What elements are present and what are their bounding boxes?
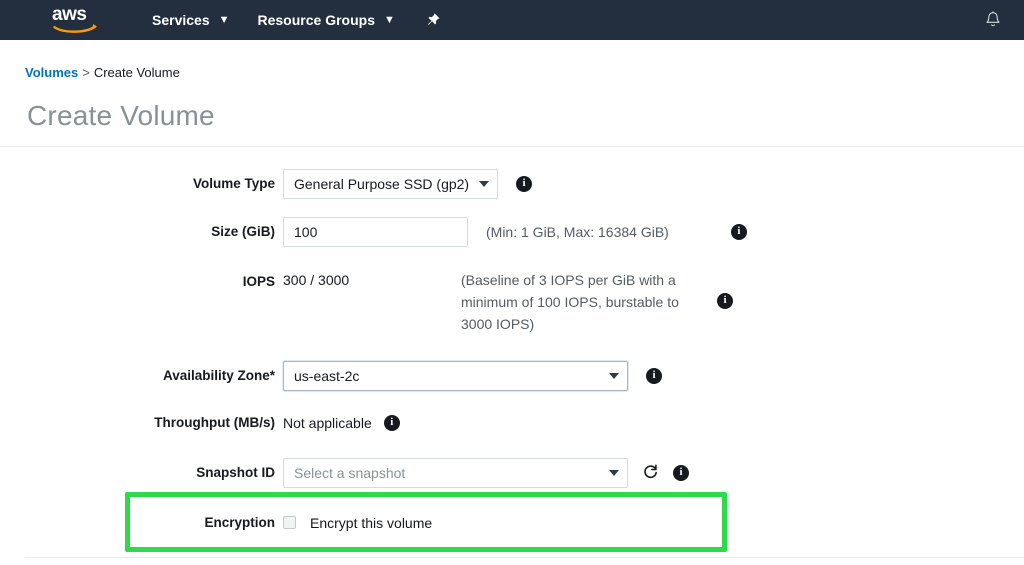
availability-zone-label: Availability Zone*	[162, 367, 275, 383]
volume-type-label: Volume Type	[192, 175, 275, 191]
pin-icon[interactable]	[425, 12, 441, 28]
snapshot-id-select[interactable]: Select a snapshot	[283, 457, 628, 488]
info-icon[interactable]: i	[673, 464, 689, 481]
chevron-down-icon: ▼	[218, 13, 230, 26]
form-row-size: Size (GiB) (Min: 1 GiB, Max: 16384 GiB) …	[0, 216, 1024, 247]
notifications-bell-icon[interactable]	[984, 11, 1002, 30]
form-row-throughput: Throughput (MB/s) Not applicable i	[0, 408, 1024, 438]
form-row-snapshot-id: Snapshot ID Select a snapshot i	[0, 457, 1024, 488]
aws-logo-swoosh	[53, 24, 97, 33]
nav-resource-groups-label: Resource Groups	[257, 12, 375, 28]
snapshot-id-placeholder: Select a snapshot	[294, 464, 406, 481]
form-row-availability-zone: Availability Zone* us-east-2c i	[0, 360, 1024, 391]
encryption-label: Encryption	[204, 514, 275, 530]
breadcrumb-link-volumes[interactable]: Volumes	[25, 65, 78, 80]
nav-item-services[interactable]: Services ▼	[152, 0, 230, 40]
breadcrumb-current: Create Volume	[93, 65, 180, 80]
size-hint: (Min: 1 GiB, Max: 16384 GiB)	[486, 223, 669, 240]
refresh-icon	[644, 464, 657, 479]
throughput-value: Not applicable	[283, 414, 372, 431]
chevron-down-icon	[609, 372, 619, 379]
info-icon[interactable]: i	[730, 223, 747, 240]
page-title: Create Volume	[27, 100, 215, 131]
availability-zone-select[interactable]: us-east-2c	[283, 360, 628, 391]
breadcrumb-separator: >	[82, 65, 90, 80]
create-volume-form: Volume Type General Purpose SSD (gp2) i …	[0, 147, 1024, 552]
volume-type-selected-value: General Purpose SSD (gp2)	[294, 175, 470, 192]
top-navigation-bar: aws Services ▼ Resource Groups ▼	[0, 0, 1024, 40]
volume-type-field: General Purpose SSD (gp2) i	[283, 168, 532, 199]
iops-value: 300 / 3000	[283, 271, 350, 288]
nav-services-label: Services	[152, 12, 210, 28]
refresh-snapshots-button[interactable]	[642, 458, 659, 488]
iops-label: IOPS	[242, 273, 275, 289]
encryption-field: Encrypt this volume	[283, 508, 432, 538]
snapshot-id-info-wrap: i	[673, 458, 689, 488]
breadcrumb: Volumes > Create Volume	[0, 40, 1024, 79]
page-content: Volumes > Create Volume Create Volume Volu…	[0, 40, 1024, 558]
info-icon[interactable]: i	[717, 292, 733, 309]
snapshot-id-label: Snapshot ID	[196, 464, 275, 480]
bell-icon-glyph	[986, 11, 1000, 27]
throughput-info-wrap: i	[383, 408, 400, 438]
availability-zone-selected-value: us-east-2c	[294, 367, 360, 384]
chevron-down-icon	[479, 180, 490, 187]
encrypt-volume-checkbox[interactable]	[283, 515, 296, 529]
throughput-label: Throughput (MB/s)	[154, 414, 275, 430]
volume-type-info-wrap: i	[516, 169, 532, 199]
volume-type-select[interactable]: General Purpose SSD (gp2)	[283, 168, 498, 199]
chevron-down-icon	[609, 469, 619, 476]
iops-info-wrap: i	[717, 267, 733, 309]
form-row-iops: IOPS 300 / 3000 (Baseline of 3 IOPS per …	[0, 267, 1024, 335]
size-input[interactable]	[283, 216, 468, 247]
availability-zone-info-wrap: i	[646, 361, 662, 391]
availability-zone-field: us-east-2c i	[283, 360, 662, 391]
iops-field: 300 / 3000 (Baseline of 3 IOPS per GiB w…	[283, 267, 733, 335]
encrypt-volume-checkbox-label[interactable]: Encrypt this volume	[310, 508, 432, 538]
pin-icon-glyph	[427, 13, 440, 25]
info-icon[interactable]: i	[516, 175, 532, 192]
snapshot-id-field: Select a snapshot i	[283, 457, 689, 488]
nav-item-resource-groups[interactable]: Resource Groups ▼	[258, 0, 395, 40]
throughput-field: Not applicable i	[283, 408, 400, 438]
bottom-divider	[25, 557, 1024, 558]
info-icon[interactable]: i	[383, 414, 400, 431]
size-label: Size (GiB)	[211, 223, 275, 239]
form-row-encryption: Encryption Encrypt this volume	[0, 508, 1024, 538]
iops-hint: (Baseline of 3 IOPS per GiB with a minim…	[461, 271, 679, 332]
info-icon[interactable]: i	[646, 367, 662, 384]
chevron-down-icon: ▼	[383, 13, 395, 26]
size-info-wrap: i	[730, 217, 747, 247]
form-row-volume-type: Volume Type General Purpose SSD (gp2) i	[0, 168, 1024, 199]
size-field: (Min: 1 GiB, Max: 16384 GiB) i	[283, 216, 747, 247]
aws-logo[interactable]: aws	[52, 5, 100, 34]
